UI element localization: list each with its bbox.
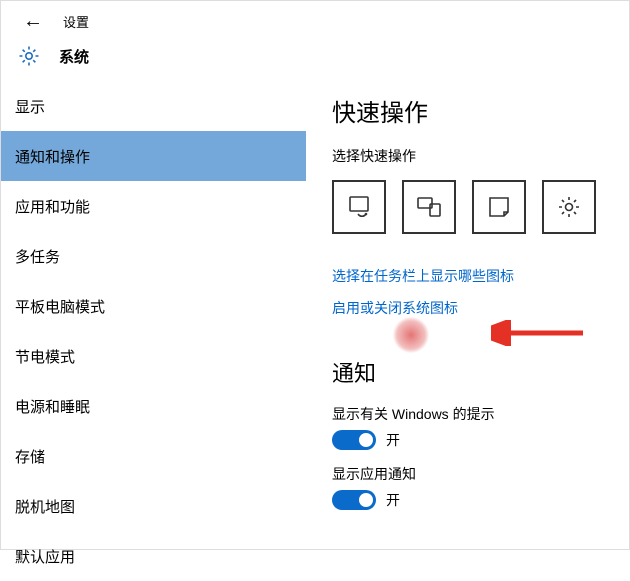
quick-actions-title: 快速操作	[332, 93, 629, 128]
page-category-title: 系统	[59, 46, 89, 67]
sidebar-item-battery-saver[interactable]: 节电模式	[1, 331, 306, 381]
sidebar-item-label: 多任务	[15, 246, 60, 267]
qa-tile-settings[interactable]	[542, 180, 596, 234]
sidebar: 显示 通知和操作 应用和功能 多任务 平板电脑模式 节电模式 电源和睡眠 存储 …	[1, 81, 306, 549]
sidebar-item-label: 通知和操作	[15, 146, 90, 167]
link-system-icons[interactable]: 启用或关闭系统图标	[332, 298, 458, 318]
qa-tile-tablet-mode[interactable]	[332, 180, 386, 234]
sidebar-item-notifications[interactable]: 通知和操作	[1, 131, 306, 181]
notifications-title: 通知	[332, 356, 629, 388]
window-title: 设置	[63, 12, 89, 31]
sidebar-item-storage[interactable]: 存储	[1, 431, 306, 481]
sidebar-item-label: 应用和功能	[15, 196, 90, 217]
sidebar-item-display[interactable]: 显示	[1, 81, 306, 131]
sidebar-item-apps[interactable]: 应用和功能	[1, 181, 306, 231]
sidebar-item-label: 电源和睡眠	[15, 396, 90, 417]
sidebar-item-tablet-mode[interactable]: 平板电脑模式	[1, 281, 306, 331]
link-taskbar-icons[interactable]: 选择在任务栏上显示哪些图标	[332, 266, 514, 286]
toggle-windows-tips[interactable]	[332, 430, 376, 450]
sidebar-item-offline-maps[interactable]: 脱机地图	[1, 481, 306, 531]
quick-actions-sub: 选择快速操作	[332, 146, 629, 166]
sidebar-item-multitask[interactable]: 多任务	[1, 231, 306, 281]
gear-icon	[17, 44, 41, 68]
toggle-app-notifications-state: 开	[386, 490, 400, 510]
toggle-app-notifications[interactable]	[332, 490, 376, 510]
toggle-windows-tips-state: 开	[386, 430, 400, 450]
sidebar-item-label: 存储	[15, 446, 45, 467]
sidebar-item-label: 节电模式	[15, 346, 75, 367]
sidebar-item-power-sleep[interactable]: 电源和睡眠	[1, 381, 306, 431]
sidebar-item-label: 平板电脑模式	[15, 296, 105, 317]
qa-tile-project[interactable]	[402, 180, 456, 234]
toggle-windows-tips-label: 显示有关 Windows 的提示	[332, 404, 629, 424]
back-button[interactable]: ←	[23, 10, 63, 33]
sidebar-item-label: 显示	[15, 96, 45, 117]
sidebar-item-label: 默认应用	[15, 546, 75, 567]
sidebar-item-label: 脱机地图	[15, 496, 75, 517]
toggle-app-notifications-label: 显示应用通知	[332, 464, 629, 484]
qa-tile-note[interactable]	[472, 180, 526, 234]
main-panel: 快速操作 选择快速操作	[306, 81, 629, 549]
sidebar-item-default-apps[interactable]: 默认应用	[1, 531, 306, 581]
